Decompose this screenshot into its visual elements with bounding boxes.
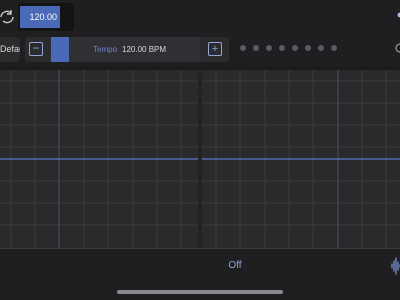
home-indicator[interactable]	[117, 290, 283, 294]
page-dot[interactable]	[266, 45, 272, 51]
page-dot[interactable]	[331, 45, 337, 51]
page-dot[interactable]	[318, 45, 324, 51]
right-waveform-panel	[202, 70, 400, 248]
tempo-field-value[interactable]: 120.00	[20, 6, 60, 28]
left-grid	[0, 70, 198, 248]
status-toggle[interactable]: Off	[212, 259, 258, 273]
page-dot[interactable]	[305, 45, 311, 51]
bottom-divider	[0, 248, 400, 249]
tempo-value: 120.00 BPM	[122, 45, 167, 54]
edge-control-icon[interactable]	[396, 10, 400, 20]
waveform-icon[interactable]	[391, 256, 400, 276]
page-dot[interactable]	[240, 45, 246, 51]
minus-icon[interactable]: −	[29, 42, 43, 56]
right-grid	[202, 70, 400, 248]
settings-icon[interactable]	[394, 43, 400, 53]
page-dot[interactable]	[279, 45, 285, 51]
page-dot[interactable]	[253, 45, 259, 51]
tempo-label: Tempo	[93, 45, 118, 54]
refresh-icon[interactable]	[0, 8, 14, 26]
default-button[interactable]: Default	[0, 37, 20, 62]
plus-icon[interactable]: +	[208, 42, 222, 56]
left-waveform-panel	[0, 70, 198, 248]
tempo-slider-fill	[51, 37, 69, 62]
page-dot[interactable]	[292, 45, 298, 51]
